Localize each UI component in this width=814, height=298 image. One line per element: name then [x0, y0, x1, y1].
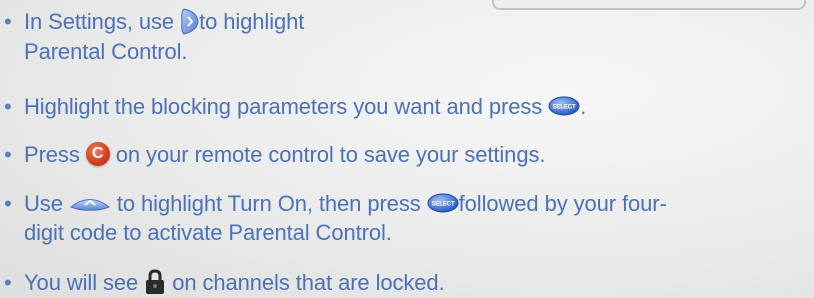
svg-text:SELECT: SELECT: [431, 202, 455, 208]
item2-text-before: Highlight the blocking parameters you wa…: [24, 94, 549, 119]
item3-text-after: on your remote control to save your sett…: [109, 142, 546, 167]
instruction-item-4: • Use to highlight Turn On, then press SE…: [4, 189, 667, 247]
item4-text-line2: digit code to activate Parental Control.: [24, 220, 392, 245]
item5-text-after: on channels that are locked.: [166, 270, 445, 295]
instruction-item-1: • In Settings, use to highlight Parental …: [4, 7, 304, 66]
bullet: •: [4, 191, 12, 216]
bullet: •: [4, 9, 12, 34]
top-panel-edge: [492, 0, 806, 10]
instruction-item-2: • Highlight the blocking parameters you w…: [4, 92, 586, 121]
item4-text-mid: to highlight Turn On, then press: [110, 191, 427, 216]
bullet: •: [4, 142, 12, 167]
select-button-icon: SELECT: [548, 96, 580, 116]
bullet: •: [4, 94, 12, 119]
item4-text-before: Use: [24, 191, 69, 216]
right-arrow-icon: [181, 8, 199, 35]
item1-text-line2: Parental Control.: [24, 38, 188, 64]
svg-text:SELECT: SELECT: [553, 105, 577, 111]
select-button-icon: SELECT: [427, 193, 459, 213]
item5-text-before: You will see: [24, 270, 145, 295]
item4-text-after: followed by your four-: [458, 191, 667, 216]
c-button-icon: C: [85, 142, 110, 167]
item1-text-before: In Settings, use: [24, 9, 181, 34]
lock-icon: [146, 269, 165, 295]
instruction-item-5: • You will see on channels that are locke…: [4, 268, 445, 297]
item2-text-after: .: [580, 94, 587, 119]
item1-text-after: to highlight: [199, 9, 305, 34]
item3-text-before: Press: [24, 142, 86, 167]
up-arrow-icon: [69, 199, 110, 211]
bullet: •: [4, 270, 12, 295]
instruction-item-3: • Press C on your remote control to save …: [4, 140, 545, 169]
